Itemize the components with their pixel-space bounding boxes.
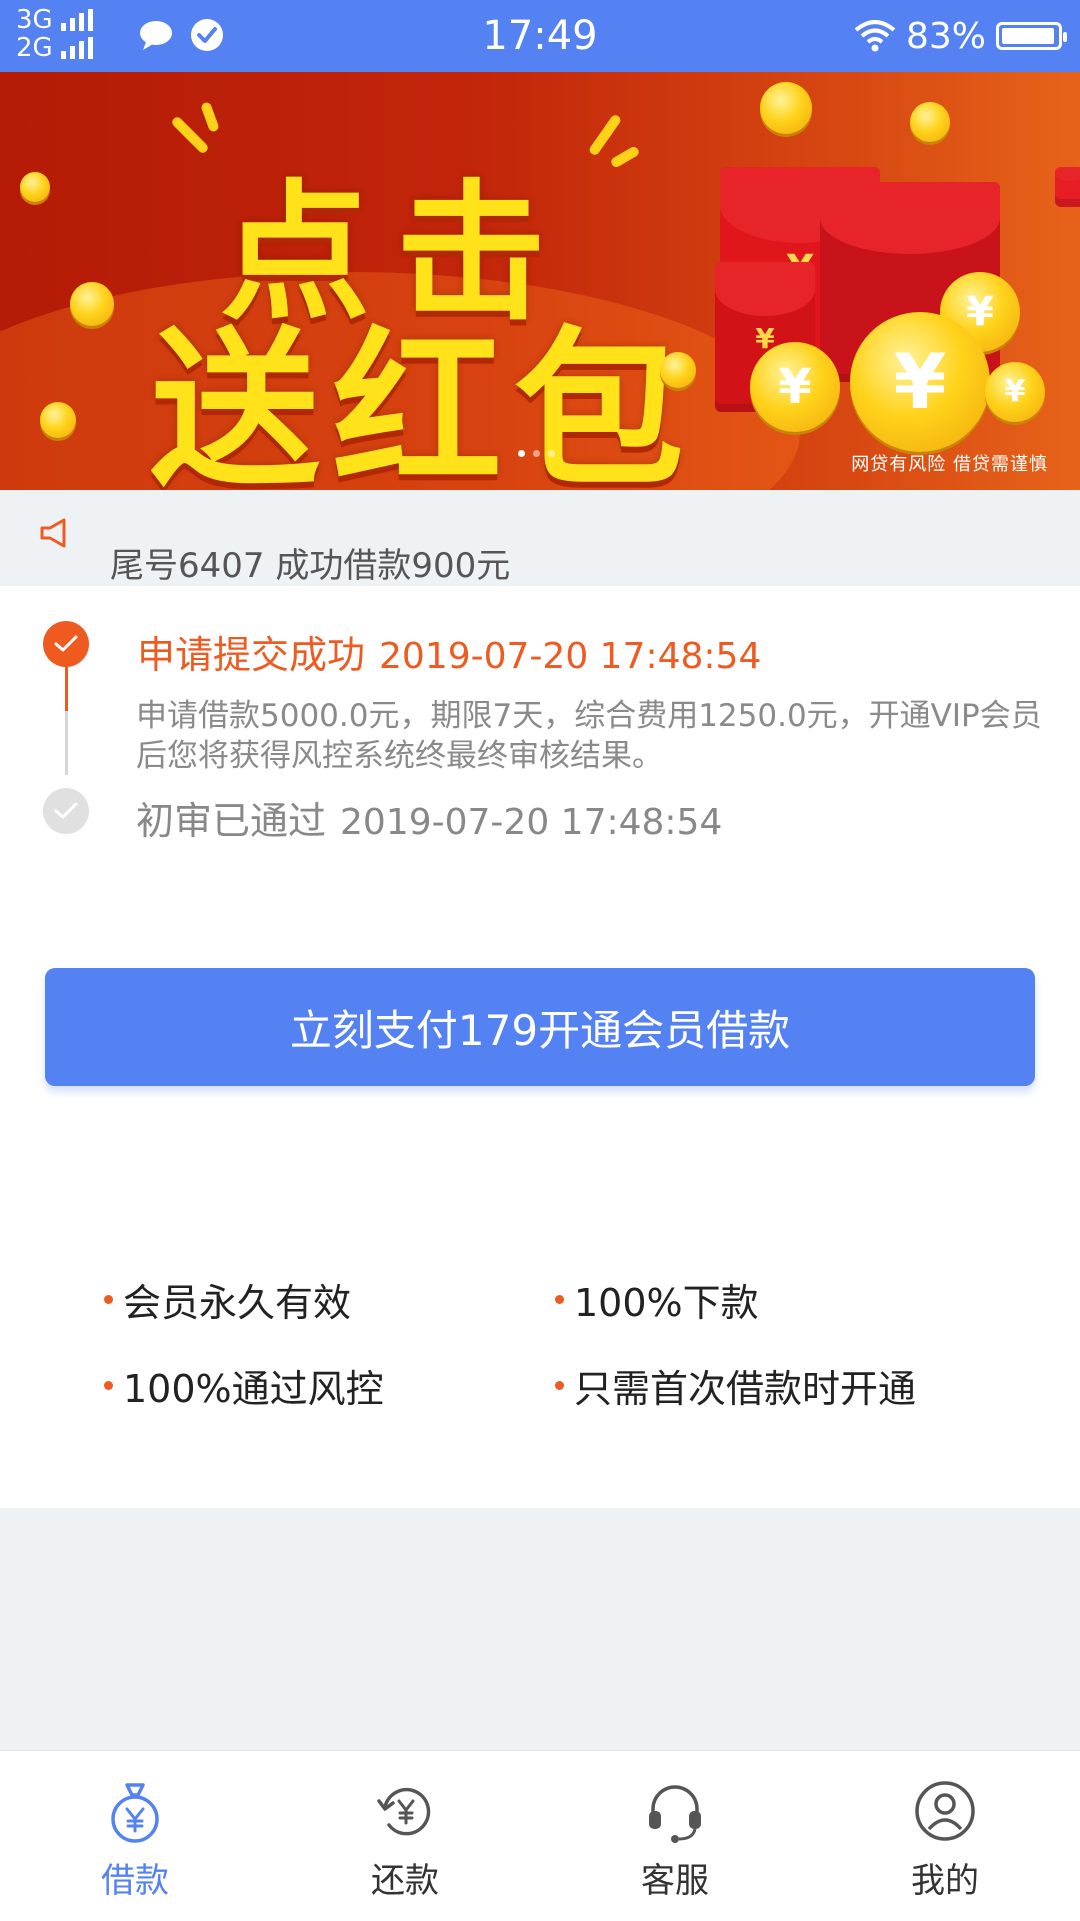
tab-service-label: 客服 <box>641 1861 709 1901</box>
step2-label: 初审已通过 <box>136 799 327 843</box>
red-envelope-icon <box>1055 167 1080 207</box>
tab-service[interactable]: 客服 <box>540 1751 810 1921</box>
step2-time: 2019-07-20 17:48:54 <box>340 802 723 843</box>
risk-warning: 网贷有风险 借贷需谨慎 <box>851 454 1048 475</box>
tab-loan-label: 借款 <box>101 1861 169 1901</box>
check-icon <box>43 621 89 667</box>
feature-item: 只需首次借款时开通 <box>555 1358 916 1413</box>
tab-mine[interactable]: 我的 <box>810 1751 1080 1921</box>
repay-icon <box>377 1787 431 1836</box>
feature-item: 会员永久有效 <box>104 1272 351 1327</box>
promo-banner[interactable]: 点击 送红包 ¥ ¥ ¥ ¥ ¥ ¥ 网贷有风险 借贷需谨慎 <box>0 72 1080 490</box>
tab-repay-label: 还款 <box>371 1861 439 1901</box>
speaker-icon <box>40 518 66 548</box>
bottom-tab-bar: 借款 还款 客服 我的 <box>0 1750 1080 1921</box>
gold-coin-icon <box>660 352 696 388</box>
status-bar: 3G 2G 17:49 83% <box>0 0 1080 72</box>
gold-coin-icon <box>910 102 950 142</box>
wifi-icon <box>854 20 896 52</box>
notice-bar: 尾号6407 成功借款900元 <box>0 490 1080 586</box>
gold-coin-icon <box>70 282 114 326</box>
pay-membership-button[interactable]: 立刻支付179开通会员借款 <box>45 968 1035 1086</box>
step1-time: 2019-07-20 17:48:54 <box>379 636 762 677</box>
check-icon <box>43 788 89 834</box>
step2-title: 初审已通过 2019-07-20 17:48:54 <box>136 790 722 845</box>
carousel-dots[interactable] <box>518 450 555 457</box>
battery-percent: 83% <box>905 15 986 57</box>
gold-coin-icon <box>40 402 76 438</box>
tab-loan[interactable]: 借款 <box>0 1751 270 1921</box>
battery-icon <box>996 22 1067 50</box>
gold-coin-icon <box>20 172 50 202</box>
tab-repay[interactable]: 还款 <box>270 1751 540 1921</box>
money-bag-icon <box>111 1783 159 1843</box>
tab-mine-label: 我的 <box>911 1861 979 1901</box>
gold-coin-icon: ¥ <box>985 362 1045 422</box>
gold-coin-icon: ¥ <box>850 312 990 452</box>
user-icon <box>915 1781 975 1841</box>
feature-item: 100%下款 <box>555 1272 759 1327</box>
step1-label: 申请提交成功 <box>137 633 366 677</box>
loan-status-panel: 申请提交成功 2019-07-20 17:48:54 申请借款5000.0元，期限… <box>0 586 1080 1508</box>
step1-description: 申请借款5000.0元，期限7天，综合费用1250.0元，开通VIP会员后您将获… <box>136 698 1042 774</box>
banner-title-line2: 送红包 <box>150 312 697 490</box>
notice-text: 尾号6407 成功借款900元 <box>110 546 511 586</box>
gold-coin-icon <box>760 82 812 134</box>
feature-item: 100%通过风控 <box>104 1358 384 1413</box>
headset-icon <box>649 1785 701 1843</box>
timeline-line-inactive <box>65 711 68 775</box>
step1-title: 申请提交成功 2019-07-20 17:48:54 <box>137 624 761 679</box>
gold-coin-icon: ¥ <box>750 342 840 432</box>
